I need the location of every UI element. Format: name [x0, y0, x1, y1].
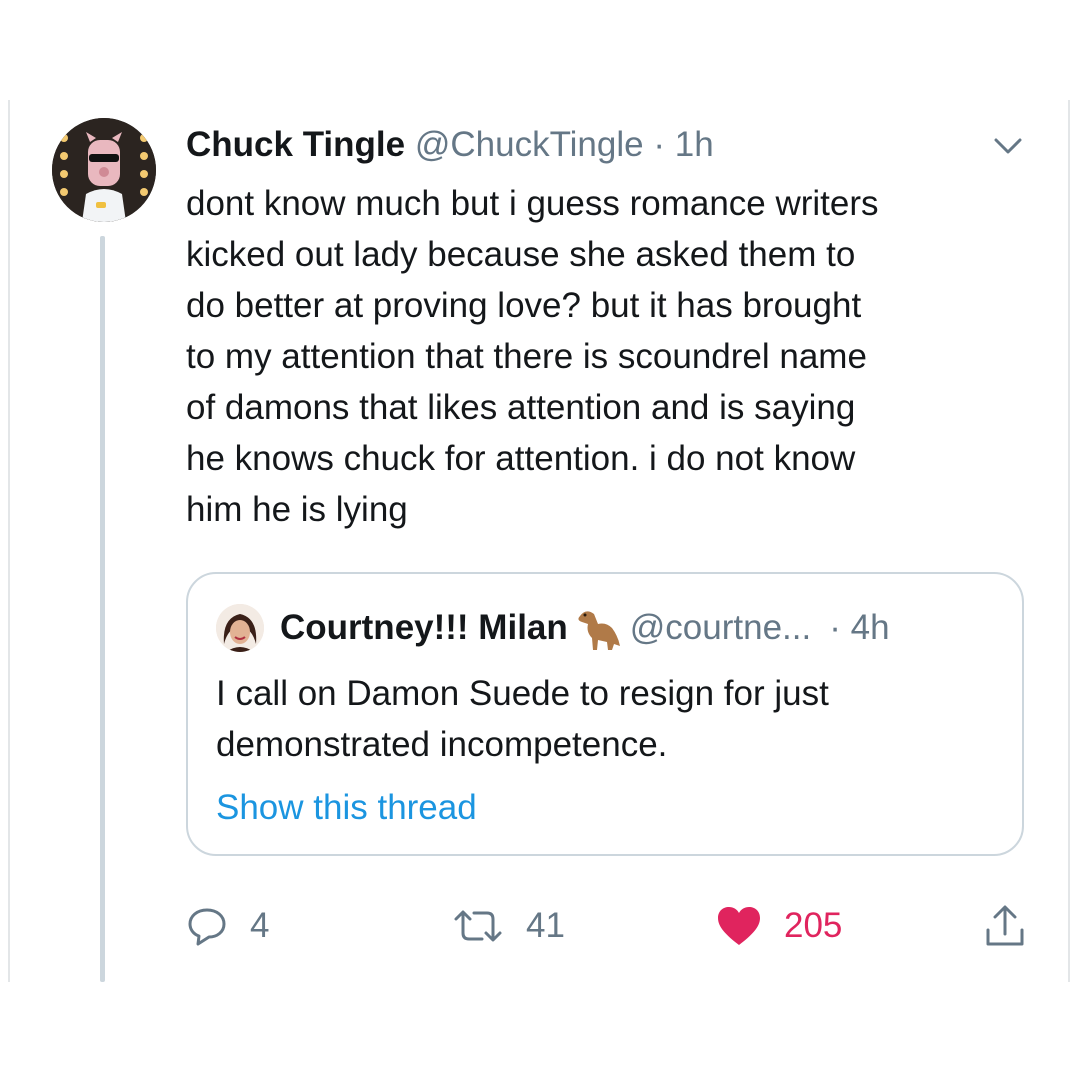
frame-border-right [1068, 100, 1070, 982]
quoted-author-avatar[interactable] [216, 604, 264, 652]
reply-button[interactable]: 4 [186, 900, 269, 952]
share-button[interactable] [984, 900, 1026, 952]
quoted-author-name[interactable]: Courtney!!! Milan [280, 608, 568, 647]
frame-border-left [8, 100, 10, 982]
quoted-author-handle[interactable]: @courtne... [630, 608, 811, 647]
retweet-count: 41 [526, 906, 565, 945]
quoted-tweet-timestamp[interactable]: · 4h [829, 608, 889, 647]
tweet-header: Chuck Tingle @ChuckTingle · 1h [186, 122, 714, 168]
like-count: 205 [784, 906, 843, 945]
quoted-tweet-card[interactable]: Courtney!!! Milan @courtne... · 4h I call… [186, 572, 1024, 856]
tweet-menu-button[interactable] [990, 134, 1026, 158]
retweet-button[interactable]: 41 [452, 900, 565, 952]
author-avatar[interactable] [52, 118, 156, 222]
retweet-icon [454, 910, 502, 942]
tweet-timestamp[interactable]: 1h [675, 125, 714, 164]
reply-count: 4 [250, 906, 270, 945]
quoted-tweet-header: Courtney!!! Milan @courtne... · 4h [280, 604, 890, 652]
avatar-image [216, 604, 264, 652]
quoted-tweet-text: I call on Damon Suede to resign for just… [216, 674, 829, 764]
like-button[interactable]: 205 [716, 900, 842, 952]
header-separator: · [653, 125, 665, 164]
author-name[interactable]: Chuck Tingle [186, 125, 405, 164]
tweet-actions-bar: 4 41 205 [186, 900, 1026, 952]
heart-icon [718, 907, 760, 945]
chevron-down-icon [994, 138, 1022, 154]
share-icon [986, 905, 1024, 946]
thread-connector-line [100, 236, 105, 982]
author-handle[interactable]: @ChuckTingle [415, 125, 644, 164]
tweet-text: dont know much but i guess romance write… [186, 184, 879, 529]
reply-icon [188, 908, 226, 946]
dinosaur-emoji [572, 606, 622, 654]
avatar-image [52, 118, 156, 222]
show-thread-link[interactable]: Show this thread [216, 784, 477, 832]
